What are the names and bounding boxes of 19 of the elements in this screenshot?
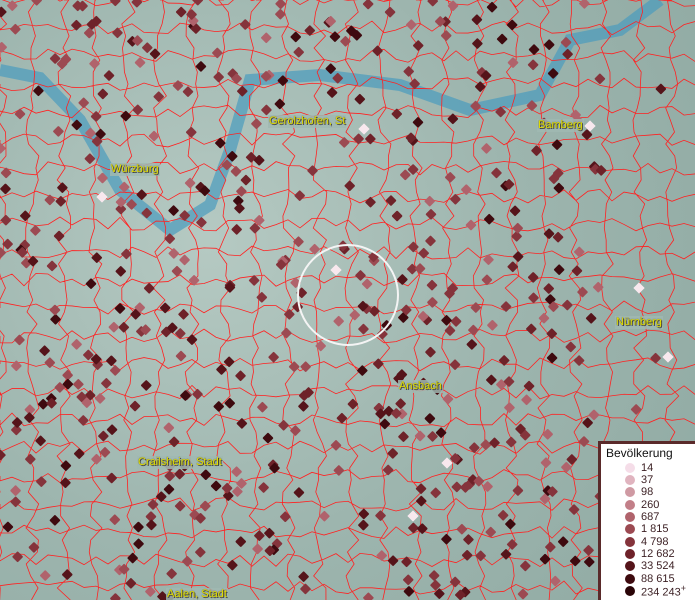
legend-label: 260: [641, 498, 660, 511]
place-label: Bamberg: [537, 119, 584, 132]
place-label: Würzburg: [110, 163, 160, 176]
legend-label: 37: [641, 474, 654, 486]
legend-label: 234 243$^{+}$: [641, 583, 686, 599]
place-label: Crailsheim, Stadt: [137, 456, 223, 469]
place-label: Ansbach: [398, 380, 443, 393]
legend-label: 12 682: [641, 548, 675, 560]
place-label: Aalen, Stadt: [166, 588, 228, 600]
place-label: Gerolzhofen, St: [268, 115, 346, 128]
legend-label: 88 615: [641, 572, 675, 585]
legend-label: 687: [641, 511, 660, 524]
legend-label: 98: [641, 486, 654, 498]
legend-label: 33 524: [641, 560, 675, 572]
legend-title: Bevölkerung: [606, 446, 674, 460]
place-label: Nürnberg: [615, 316, 663, 329]
legend-label: 1 815: [641, 523, 669, 536]
legend-label: 4 798: [641, 536, 669, 548]
legend-label: 14: [641, 462, 654, 474]
